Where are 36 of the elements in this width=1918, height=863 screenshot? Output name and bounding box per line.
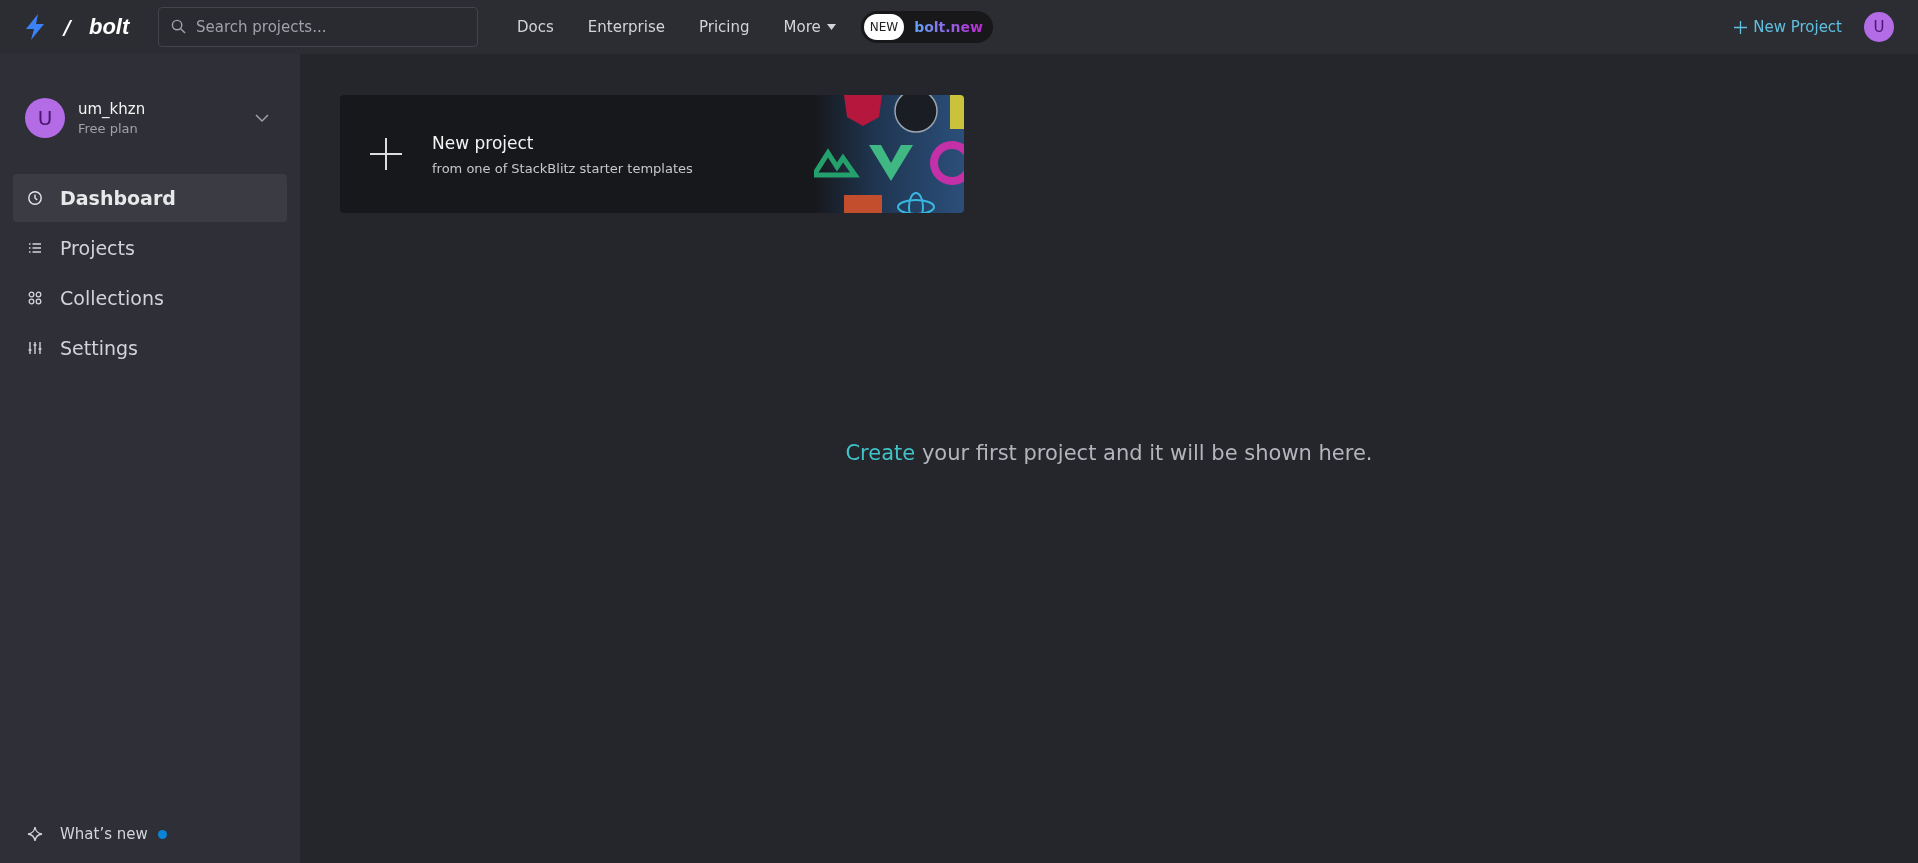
search-icon [171, 19, 186, 34]
new-project-link[interactable]: New Project [1734, 18, 1842, 36]
more-menu[interactable]: More [766, 18, 853, 36]
user-name: um_khzn [78, 100, 147, 118]
sidebar-item[interactable]: Projects [13, 224, 287, 272]
search-field[interactable]: Search projects... [158, 7, 478, 47]
user-avatar[interactable]: U [1864, 12, 1894, 42]
promo-pill[interactable]: NEW bolt.new [860, 11, 993, 43]
caret-icon [826, 24, 836, 30]
sidebar-item[interactable]: Collections [13, 274, 287, 322]
chevron-down-icon[interactable] [255, 113, 269, 123]
create-link[interactable]: Create [845, 441, 916, 465]
nav-link[interactable]: Pricing [681, 18, 767, 36]
list-icon [27, 240, 43, 256]
user-avatar: U [25, 98, 65, 138]
grid-icon [27, 290, 43, 306]
lightning-bolt-icon[interactable] [24, 14, 46, 40]
promo-label: bolt.new [914, 19, 983, 35]
new-project-card[interactable]: New project from one of StackBlitz starter templates [340, 95, 964, 213]
card-subtitle: from one of StackBlitz starter templates [432, 160, 694, 176]
brand-separator: / [64, 16, 71, 38]
plus-icon [1734, 20, 1748, 34]
plan-label: Free plan [78, 121, 139, 136]
clock-icon [27, 190, 43, 206]
nav-link[interactable]: Docs [500, 18, 571, 36]
sidebar-item[interactable]: Dashboard [13, 174, 287, 222]
empty-state-message: Create your first project and it will be shown here. [844, 441, 1374, 465]
sidebar-item[interactable]: Settings [13, 324, 287, 372]
brand-name[interactable]: bolt [88, 14, 130, 40]
plus-icon [370, 138, 402, 170]
sliders-icon [27, 340, 43, 356]
whats-new-link[interactable]: What’s new [27, 825, 148, 843]
nav-link[interactable]: Enterprise [570, 18, 682, 36]
sparkle-icon [27, 826, 43, 842]
new-badge: NEW [863, 14, 905, 40]
card-title: New project [432, 132, 535, 153]
